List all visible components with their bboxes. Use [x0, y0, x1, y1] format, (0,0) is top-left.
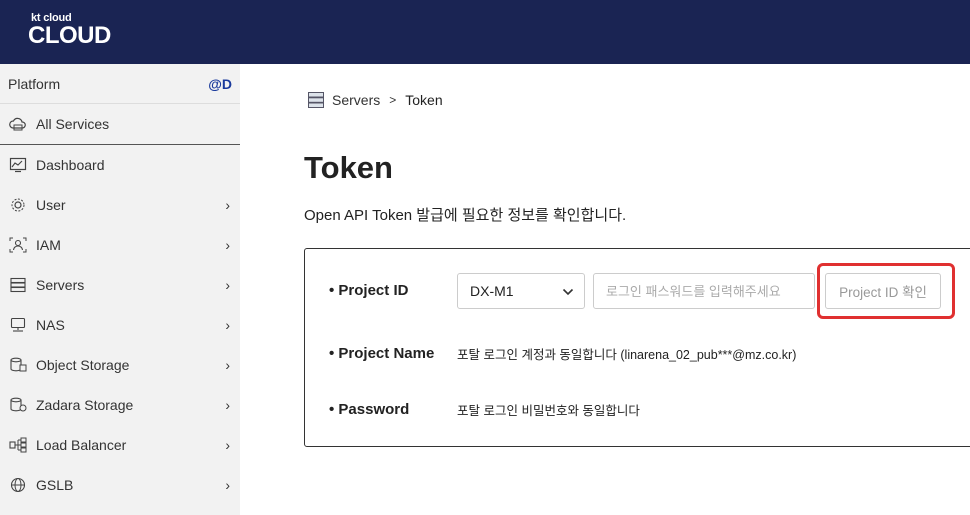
sidebar-item-label: Zadara Storage	[36, 397, 134, 413]
project-id-row: • Project ID	[329, 282, 457, 299]
sidebar-item-gslb[interactable]: GSLB ›	[0, 465, 240, 505]
sidebar-item-label: GSLB	[36, 477, 74, 493]
top-bar: kt cloud CLOUD	[0, 0, 970, 64]
sidebar-header: Platform @D	[0, 64, 240, 104]
sidebar-item-nas[interactable]: NAS ›	[0, 305, 240, 345]
sidebar-item-servers[interactable]: Servers ›	[0, 265, 240, 305]
region-select[interactable]: DX-M1	[457, 273, 585, 309]
breadcrumb-servers-link[interactable]: Servers	[332, 92, 380, 108]
page-title: Token	[304, 150, 393, 185]
token-info-panel: • Project ID DX-M1 Project ID 확인 • Proje…	[304, 248, 970, 447]
main-content: Servers > Token Token Open API Token 발급에…	[240, 64, 970, 515]
page-description: Open API Token 발급에 필요한 정보를 확인합니다.	[304, 207, 627, 224]
chevron-right-icon: ›	[225, 477, 230, 493]
sidebar-item-label: Dashboard	[36, 157, 105, 173]
chevron-right-icon: ›	[225, 277, 230, 293]
chevron-down-icon	[562, 283, 574, 299]
region-select-value: DX-M1	[470, 283, 514, 299]
nas-icon	[8, 315, 28, 335]
breadcrumb-separator: >	[389, 93, 397, 107]
sidebar-item-all-services[interactable]: All Services	[0, 104, 240, 145]
sidebar-item-iam[interactable]: IAM ›	[0, 225, 240, 265]
sidebar-item-zadara-storage[interactable]: Zadara Storage ›	[0, 385, 240, 425]
dashboard-icon	[8, 155, 28, 175]
sidebar-item-label: Object Storage	[36, 357, 130, 373]
iam-icon	[8, 235, 28, 255]
login-password-input[interactable]	[593, 273, 815, 309]
password-value: 포탈 로그인 비밀번호와 동일합니다	[457, 404, 640, 418]
project-id-label: • Project ID	[329, 282, 409, 299]
password-label: • Password	[329, 401, 410, 418]
sidebar-item-object-storage[interactable]: Object Storage ›	[0, 345, 240, 385]
chevron-right-icon: ›	[225, 237, 230, 253]
sidebar-item-label: All Services	[36, 116, 110, 132]
project-name-label: • Project Name	[329, 345, 435, 362]
project-name-row: • Project Name 포탈 로그인 계정과 동일합니다 (linaren…	[329, 344, 796, 363]
chevron-right-icon: ›	[225, 397, 230, 413]
sidebar-item-label: Servers	[36, 277, 85, 293]
chevron-right-icon: ›	[225, 197, 230, 213]
object-storage-icon	[8, 355, 28, 375]
sidebar: Platform @D All Services Dashboard User …	[0, 64, 240, 515]
server-icon	[8, 275, 28, 295]
server-icon	[307, 91, 325, 109]
zadara-storage-icon	[8, 395, 28, 415]
kt-cloud-logo[interactable]: kt cloud CLOUD	[28, 12, 111, 48]
load-balancer-icon	[8, 435, 28, 455]
sidebar-item-dashboard[interactable]: Dashboard	[0, 145, 240, 185]
sidebar-item-label: Load Balancer	[36, 437, 127, 453]
chevron-right-icon: ›	[225, 317, 230, 333]
gslb-icon	[8, 475, 28, 495]
breadcrumb-current: Token	[405, 92, 443, 108]
sidebar-item-label: NAS	[36, 317, 65, 333]
chevron-right-icon: ›	[225, 437, 230, 453]
breadcrumb: Servers > Token	[307, 91, 443, 109]
sidebar-item-label: IAM	[36, 237, 61, 253]
sidebar-item-load-balancer[interactable]: Load Balancer ›	[0, 425, 240, 465]
chevron-right-icon: ›	[225, 357, 230, 373]
sidebar-item-label: User	[36, 197, 66, 213]
cloud-icon	[8, 114, 28, 134]
sidebar-header-label: Platform	[8, 75, 61, 92]
logo-big-text: CLOUD	[28, 22, 111, 49]
project-name-value: 포탈 로그인 계정과 동일합니다 (linarena_02_pub***@mz.…	[457, 348, 797, 362]
project-id-check-button[interactable]: Project ID 확인	[825, 273, 941, 309]
account-tag[interactable]: @D	[208, 76, 232, 92]
password-row: • Password 포탈 로그인 비밀번호와 동일합니다	[329, 400, 640, 419]
sidebar-item-user[interactable]: User ›	[0, 185, 240, 225]
user-gear-icon	[8, 195, 28, 215]
